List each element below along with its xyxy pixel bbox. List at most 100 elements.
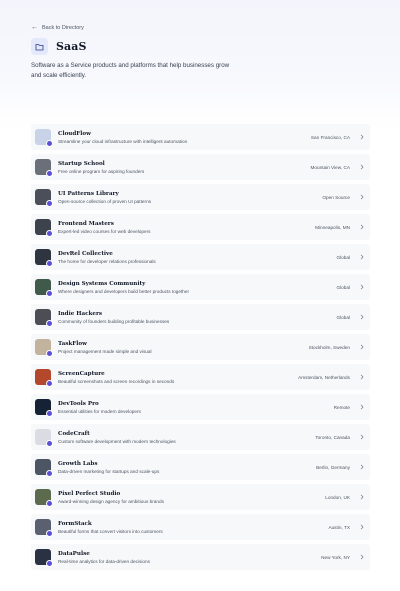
company-name: Indie Hackers	[58, 310, 103, 317]
chevron-right-icon	[360, 374, 364, 380]
company-location: Remote	[333, 404, 350, 410]
chevron-right-icon	[360, 254, 364, 260]
chevron-right-icon	[360, 284, 364, 290]
company-row[interactable]: TaskFlow Project management made simple …	[31, 334, 370, 360]
company-name: TaskFlow	[58, 340, 87, 347]
company-location: Austin, TX	[328, 524, 350, 530]
company-location: Mountain View, CA	[310, 164, 350, 170]
company-tagline: The home for developer relations profess…	[58, 258, 156, 264]
company-tagline: Where designers and developers build bet…	[58, 288, 190, 294]
company-location: Berlin, Germany	[316, 464, 350, 470]
company-row[interactable]: FormStack Beautiful forms that convert v…	[31, 514, 370, 540]
company-thumbnail	[35, 339, 53, 357]
company-name: Pixel Perfect Studio	[58, 490, 121, 497]
company-thumbnail	[35, 189, 53, 207]
company-thumbnail	[35, 369, 53, 387]
verified-badge-icon	[46, 500, 53, 507]
company-row[interactable]: Design Systems Community Where designers…	[31, 274, 370, 300]
chevron-right-icon	[360, 554, 364, 560]
company-name: CloudFlow	[58, 130, 91, 137]
company-thumbnail	[35, 519, 53, 537]
company-location: New York, NY	[321, 554, 350, 560]
company-list: CloudFlow Streamline your cloud infrastr…	[31, 124, 370, 574]
page-title: SaaS	[56, 40, 87, 53]
company-location: Toronto, Canada	[315, 434, 350, 440]
company-tagline: Data-driven marketing for startups and s…	[58, 468, 160, 474]
category-description: Software as a Service products and platf…	[31, 62, 230, 79]
company-location: Stockholm, Sweden	[308, 344, 350, 350]
company-row[interactable]: UI Patterns Library Open-source collecti…	[31, 184, 370, 210]
verified-badge-icon	[46, 350, 53, 357]
chevron-right-icon	[360, 164, 364, 170]
company-row[interactable]: CodeCraft Custom software development wi…	[31, 424, 370, 450]
company-tagline: Real-time analytics for data-driven deci…	[58, 558, 150, 564]
company-name: CodeCraft	[58, 430, 90, 437]
verified-badge-icon	[46, 200, 53, 207]
company-name: DevTools Pro	[58, 400, 99, 407]
company-location: Amsterdam, Netherlands	[298, 374, 350, 380]
company-name: UI Patterns Library	[58, 190, 119, 197]
company-thumbnail	[35, 399, 53, 417]
company-thumbnail	[35, 309, 53, 327]
company-location: Global	[336, 284, 350, 290]
company-thumbnail	[35, 489, 53, 507]
company-tagline: Award-winning design agency for ambitiou…	[58, 498, 164, 504]
company-thumbnail	[35, 129, 53, 147]
back-link[interactable]: ← Back to Directory	[31, 24, 84, 31]
company-name: Growth Labs	[58, 460, 98, 467]
chevron-right-icon	[360, 464, 364, 470]
company-tagline: Essential utilities for modern developer…	[58, 408, 141, 414]
chevron-right-icon	[360, 194, 364, 200]
back-label: Back to Directory	[42, 24, 84, 31]
chevron-right-icon	[360, 494, 364, 500]
folder-icon	[31, 38, 48, 55]
company-thumbnail	[35, 429, 53, 447]
company-name: Startup School	[58, 160, 105, 167]
company-row[interactable]: DataPulse Real-time analytics for data-d…	[31, 544, 370, 570]
chevron-right-icon	[360, 314, 364, 320]
company-row[interactable]: DevRel Collective The home for developer…	[31, 244, 370, 270]
company-tagline: Community of founders building profitabl…	[58, 318, 170, 324]
verified-badge-icon	[46, 560, 53, 567]
company-row[interactable]: Indie Hackers Community of founders buil…	[31, 304, 370, 330]
verified-badge-icon	[46, 230, 53, 237]
company-row[interactable]: DevTools Pro Essential utilities for mod…	[31, 394, 370, 420]
company-row[interactable]: Growth Labs Data-driven marketing for st…	[31, 454, 370, 480]
verified-badge-icon	[46, 470, 53, 477]
company-tagline: Project management made simple and visua…	[58, 348, 152, 354]
category-header: SaaS	[31, 38, 87, 55]
verified-badge-icon	[46, 260, 53, 267]
company-location: Open Source	[322, 194, 350, 200]
company-location: London, UK	[325, 494, 350, 500]
company-name: Design Systems Community	[58, 280, 146, 287]
company-thumbnail	[35, 159, 53, 177]
company-location: Global	[336, 254, 350, 260]
verified-badge-icon	[46, 410, 53, 417]
company-row[interactable]: CloudFlow Streamline your cloud infrastr…	[31, 124, 370, 150]
verified-badge-icon	[46, 530, 53, 537]
verified-badge-icon	[46, 440, 53, 447]
company-name: DataPulse	[58, 550, 90, 557]
company-tagline: Beautiful forms that convert visitors in…	[58, 528, 163, 534]
company-tagline: Custom software development with modern …	[58, 438, 176, 444]
company-thumbnail	[35, 459, 53, 477]
company-location: San Francisco, CA	[310, 134, 350, 140]
company-tagline: Free online program for aspiring founder…	[58, 168, 145, 174]
company-name: DevRel Collective	[58, 250, 113, 257]
company-row[interactable]: ScreenCapture Beautiful screenshots and …	[31, 364, 370, 390]
company-tagline: Streamline your cloud infrastructure wit…	[58, 138, 188, 144]
company-location: Global	[336, 314, 350, 320]
company-name: FormStack	[58, 520, 92, 527]
company-thumbnail	[35, 549, 53, 567]
chevron-right-icon	[360, 224, 364, 230]
company-name: Frontend Masters	[58, 220, 114, 227]
company-tagline: Expert-led video courses for web develop…	[58, 228, 151, 234]
company-thumbnail	[35, 219, 53, 237]
chevron-right-icon	[360, 524, 364, 530]
company-location: Minneapolis, MN	[315, 224, 350, 230]
verified-badge-icon	[46, 140, 53, 147]
company-row[interactable]: Pixel Perfect Studio Award-winning desig…	[31, 484, 370, 510]
chevron-right-icon	[360, 134, 364, 140]
company-row[interactable]: Frontend Masters Expert-led video course…	[31, 214, 370, 240]
company-row[interactable]: Startup School Free online program for a…	[31, 154, 370, 180]
